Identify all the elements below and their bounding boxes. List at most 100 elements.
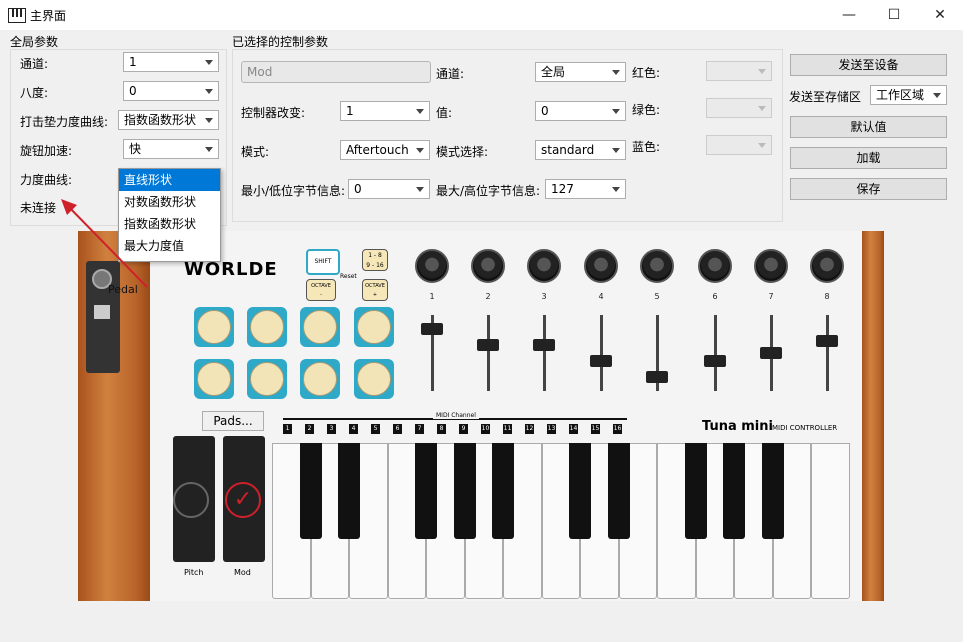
close-button[interactable]: ✕ [917, 0, 963, 30]
cc-label: 控制器改变: [241, 106, 306, 120]
mod-label: Mod [234, 568, 251, 577]
piano-keyboard [272, 443, 850, 599]
octave-label: 八度: [20, 86, 49, 100]
fader-cap [477, 339, 499, 351]
value-select[interactable]: 0 [535, 101, 626, 121]
control-name-field[interactable]: Mod [241, 61, 431, 83]
knob [415, 249, 449, 283]
mod-selected-check-icon: ✓ [225, 482, 261, 518]
mode-label: 模式: [241, 145, 270, 159]
midi-channel-box: 6 [393, 424, 402, 434]
octave-select[interactable]: 0 [123, 81, 219, 101]
knob [810, 249, 844, 283]
white-key [811, 443, 850, 599]
midi-channel-strip: 1 2 3 4 5 6 7 8 9 10 11 12 13 14 15 16 [283, 424, 633, 436]
knob-accel-select[interactable]: 快 [123, 139, 219, 159]
pads-button[interactable]: Pads... [202, 411, 264, 431]
window-title: 主界面 [30, 9, 67, 23]
reset-label: Reset [340, 273, 357, 280]
mod-wheel: ✓ [223, 436, 265, 562]
midi-channel-box: 1 [283, 424, 292, 434]
octave-minus-button: OCTAVE - [306, 279, 336, 301]
midi-channel-box: 16 [613, 424, 622, 434]
send-to-device-button[interactable]: 发送至设备 [790, 54, 947, 76]
knob [527, 249, 561, 283]
black-key [453, 443, 476, 539]
midi-channel-box: 14 [569, 424, 578, 434]
max-select[interactable]: 127 [545, 179, 626, 199]
pad-curve-select[interactable]: 指数函数形状 [118, 110, 219, 130]
fader [714, 315, 717, 391]
mode-select[interactable]: Aftertouch [340, 140, 430, 160]
knob-number: 1 [429, 292, 435, 301]
model-name: Tuna mini [702, 419, 773, 434]
knob-number: 8 [824, 292, 830, 301]
black-key [723, 443, 746, 539]
knob [698, 249, 732, 283]
black-key [607, 443, 630, 539]
fader-cap [704, 355, 726, 367]
minimize-button[interactable]: — [826, 0, 872, 30]
midi-channel-box: 8 [437, 424, 446, 434]
storage-select[interactable]: 工作区域 [870, 85, 947, 105]
velocity-curve-label: 力度曲线: [20, 173, 73, 187]
mode-type-select[interactable]: standard [535, 140, 626, 160]
max-label: 最大/高位字节信息: [436, 184, 541, 198]
pad [194, 307, 234, 347]
blue-select[interactable] [706, 135, 772, 155]
pitch-wheel [173, 436, 215, 562]
right-wood-panel [862, 231, 884, 601]
knob-number: 4 [598, 292, 604, 301]
pad [247, 359, 287, 399]
knob-number: 3 [541, 292, 547, 301]
knob-number: 5 [654, 292, 660, 301]
midi-channel-box: 13 [547, 424, 556, 434]
dropdown-option[interactable]: 直线形状 [119, 169, 220, 191]
connection-status: 未连接 [20, 201, 57, 215]
pad-curve-label: 打击垫力度曲线: [20, 115, 109, 129]
send-to-storage-label: 发送至存储区 [789, 90, 862, 104]
pad [247, 307, 287, 347]
fader-cap [646, 371, 668, 383]
pad [300, 359, 340, 399]
value-label: 值: [436, 106, 453, 120]
load-button[interactable]: 加载 [790, 147, 947, 169]
midi-channel-box: 12 [525, 424, 534, 434]
fader-cap [760, 347, 782, 359]
red-label: 红色: [632, 66, 661, 80]
cc-select[interactable]: 1 [340, 101, 430, 121]
fader [487, 315, 490, 391]
pad [194, 359, 234, 399]
green-select[interactable] [706, 98, 772, 118]
green-label: 绿色: [632, 103, 661, 117]
selected-group-title: 已选择的控制参数 [232, 35, 329, 49]
black-key [299, 443, 322, 539]
maximize-button[interactable]: ☐ [871, 0, 917, 30]
blue-label: 蓝色: [632, 140, 661, 154]
red-select[interactable] [706, 61, 772, 81]
title-bar: 主界面 — ☐ ✕ [0, 0, 963, 30]
pad [354, 307, 394, 347]
brand-logo: WORLDE [184, 259, 278, 280]
defaults-button[interactable]: 默认值 [790, 116, 947, 138]
midi-channel-box: 7 [415, 424, 424, 434]
global-group-title: 全局参数 [10, 35, 59, 49]
black-key [492, 443, 515, 539]
min-select[interactable]: 0 [348, 179, 430, 199]
knob-accel-label: 旋钮加速: [20, 144, 73, 158]
sel-channel-select[interactable]: 全局 [535, 62, 626, 82]
midi-channel-box: 15 [591, 424, 600, 434]
black-key [415, 443, 438, 539]
save-button[interactable]: 保存 [790, 178, 947, 200]
midi-channel-box: 2 [305, 424, 314, 434]
midi-controller-image: Pedal WORLDE SHIFT 1 - 8 9 - 16 Reset OC… [78, 231, 884, 601]
shift-button: SHIFT [306, 249, 340, 275]
knob [640, 249, 674, 283]
octave-plus-button: OCTAVE + [362, 279, 388, 301]
fader-cap [590, 355, 612, 367]
channel-select[interactable]: 1 [123, 52, 219, 72]
midi-channel-box: 3 [327, 424, 336, 434]
black-key [569, 443, 592, 539]
annotation-arrow [61, 199, 148, 288]
fader [543, 315, 546, 391]
